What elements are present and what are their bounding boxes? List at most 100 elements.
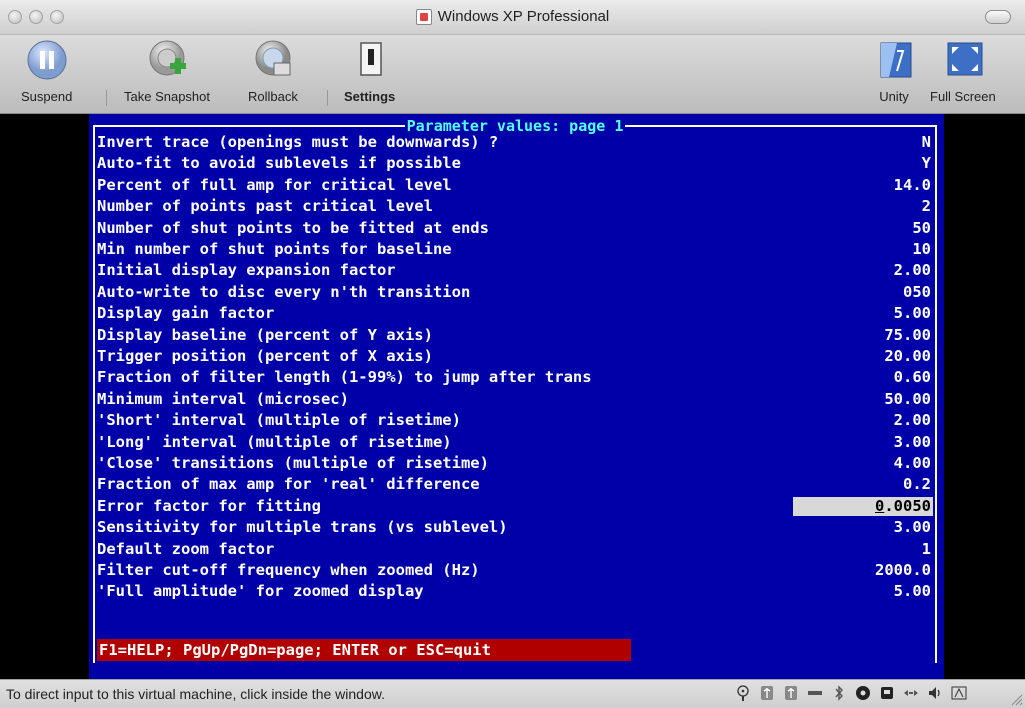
unity-label: Unity [879,89,909,104]
settings-button[interactable]: Settings [344,39,395,104]
disc-icon[interactable] [855,685,871,701]
parameter-row[interactable]: Percent of full amp for critical level 14… [97,175,933,196]
take-snapshot-button[interactable]: Take Snapshot [124,39,210,104]
parameter-row[interactable]: 'Close' transitions (multiple of risetim… [97,453,933,474]
help-bar: F1=HELP; PgUp/PgDn=page; ENTER or ESC=qu… [97,639,631,661]
take-snapshot-label: Take Snapshot [124,89,211,104]
parameter-value: 14.0 [893,175,931,194]
resize-grip-icon[interactable] [1009,692,1023,706]
rollback-label: Rollback [248,89,298,104]
full-screen-label: Full Screen [930,89,996,104]
parameter-row[interactable]: Invert trace (openings must be downwards… [97,132,933,153]
window-titlebar: Windows XP Professional [0,0,1025,35]
parameter-row[interactable]: Number of shut points to be fitted at en… [97,218,933,239]
parameter-label: Auto-write to disc every n'th transition [97,282,471,301]
vm-screen[interactable]: Parameter values: page 1 Invert trace (o… [0,114,1025,679]
parameter-value: 4.00 [893,454,931,472]
shared-folders-icon[interactable] [903,685,919,701]
unity-icon [880,42,912,78]
parameter-value: 2.00 [893,411,931,430]
toolbar: Suspend Take Snapshot Rollback Settings [0,35,1025,114]
parameter-row[interactable]: Display baseline (percent of Y axis) 75.0… [97,325,933,346]
parameter-row[interactable]: Default zoom factor 1 [97,539,933,560]
parameter-row[interactable]: Minimum interval (microsec) 50.00 [97,389,933,410]
parameter-value: 5.00 [893,582,931,601]
parameter-label: Invert trace (openings must be downwards… [97,133,499,151]
parameter-value: Y [921,154,931,173]
parameter-value: 0.2 [903,475,931,494]
parameter-value-input[interactable]: 0.0050 [793,496,933,516]
settings-label: Settings [344,89,396,104]
parameter-row[interactable]: Display gain factor 5.00 [97,303,933,324]
parameter-value: 1 [921,539,931,558]
suspend-label: Suspend [21,89,73,104]
speaker-icon[interactable] [927,685,943,701]
parameter-row[interactable]: Error factor for fitting 0.0050 [97,496,933,517]
parameter-row[interactable]: Filter cut-off frequency when zoomed (Hz… [97,560,933,581]
parameter-row[interactable]: Fraction of max amp for 'real' differenc… [97,474,933,495]
device-tray [735,685,967,701]
status-text: To direct input to this virtual machine,… [6,686,385,702]
cdrom-icon[interactable] [735,685,751,701]
unity-button[interactable]: Unity [873,39,915,104]
parameter-value: 75.00 [884,325,931,344]
usb-icon[interactable] [759,685,775,701]
parameter-label: Filter cut-off frequency when zoomed (Hz… [97,561,480,579]
parameter-label: Min number of shut points for baseline [97,240,452,258]
parameter-label: Default zoom factor [97,539,275,558]
parameter-value: 3.00 [893,518,931,537]
rollback-icon [255,40,291,76]
parameter-row[interactable]: 'Long' interval (multiple of risetime) 3.… [97,432,933,453]
parameter-label: Display gain factor [97,304,275,323]
parameter-label: Fraction of filter length (1-99%) to jum… [97,368,592,387]
suspend-button[interactable]: Suspend [21,39,72,104]
parameter-row[interactable]: 'Short' interval (multiple of risetime) 2… [97,410,933,431]
parameter-row[interactable]: Auto-fit to avoid sublevels if possible Y [97,153,933,174]
parameter-label: Trigger position (percent of X axis) [97,347,433,365]
parameter-value: 0.60 [893,368,931,387]
parameter-row[interactable]: Min number of shut points for baseline 10 [97,239,933,260]
parameter-row[interactable]: Number of points past critical level 2 [97,196,933,217]
parameter-row[interactable]: Sensitivity for multiple trans (vs suble… [97,517,933,538]
parameter-label: Sensitivity for multiple trans (vs suble… [97,518,508,537]
hard-disk-icon[interactable] [879,685,895,701]
parameter-row[interactable]: Auto-write to disc every n'th transition… [97,282,933,303]
toolbar-toggle-button[interactable] [985,10,1011,24]
pause-icon [27,40,67,80]
parameter-value: 20.00 [884,347,931,365]
settings-icon [359,42,382,76]
parameter-value: 5.00 [893,304,931,323]
bluetooth-icon[interactable] [831,685,847,701]
parameter-value: 2000.0 [875,561,931,579]
toolbar-separator [106,90,107,106]
parameter-row[interactable]: 'Full amplitude' for zoomed display 5.00 [97,581,933,602]
keyboard-icon[interactable] [951,685,967,701]
vm-icon [415,8,432,25]
parameter-label: Error factor for fitting [97,496,321,515]
parameter-label: 'Long' interval (multiple of risetime) [97,432,452,451]
parameter-label: 'Close' transitions (multiple of risetim… [97,454,489,472]
full-screen-button[interactable]: Full Screen [930,39,996,104]
parameter-row[interactable]: Trigger position (percent of X axis) 20.0… [97,346,933,367]
usb-icon[interactable] [783,685,799,701]
parameter-value: 10 [912,240,931,258]
rollback-button[interactable]: Rollback [248,39,298,104]
parameter-label: Minimum interval (microsec) [97,389,349,408]
parameter-label: Number of points past critical level [97,197,433,216]
parameter-label: Auto-fit to avoid sublevels if possible [97,154,461,173]
snapshot-icon [149,40,186,76]
parameter-row[interactable]: Initial display expansion factor 2.00 [97,260,933,281]
parameter-label: 'Full amplitude' for zoomed display [97,582,424,601]
parameter-row[interactable]: Fraction of filter length (1-99%) to jum… [97,367,933,388]
parameter-value: 050 [903,282,931,301]
parameter-label: Initial display expansion factor [97,261,396,280]
network-icon[interactable] [807,685,823,701]
window-title: Windows XP Professional [437,8,610,25]
status-bar: To direct input to this virtual machine,… [0,679,1025,708]
parameter-value-text: .0050 [884,496,931,515]
text-cursor: 0 [874,496,885,515]
dos-console[interactable]: Parameter values: page 1 Invert trace (o… [89,114,944,679]
parameter-value: 50 [912,218,931,237]
parameter-label: Percent of full amp for critical level [97,175,452,194]
parameter-label: Display baseline (percent of Y axis) [97,325,433,344]
